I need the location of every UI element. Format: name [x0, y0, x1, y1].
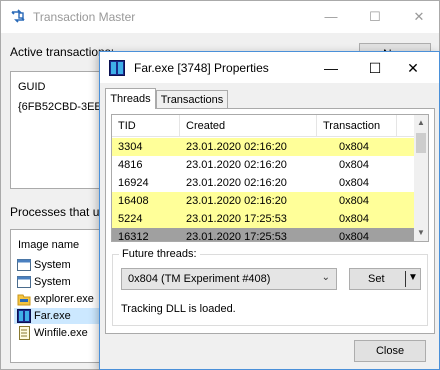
tracking-status-text: Tracking DLL is loaded. [121, 303, 236, 315]
created-cell: 23.01.2020 17:25:53 [186, 231, 287, 242]
guid-cell[interactable]: {6FB52CBD-3EE8 [18, 101, 108, 113]
window-icon [17, 276, 31, 288]
transaction-column-header[interactable]: Transaction [317, 115, 397, 137]
table-row[interactable]: 4816 23.01.2020 02:16:20 0x804 [112, 156, 414, 174]
tab-transactions[interactable]: Transactions [156, 90, 228, 109]
close-button[interactable]: Close [354, 340, 426, 362]
process-name: System [34, 276, 71, 288]
future-threads-label: Future threads: [119, 248, 200, 260]
process-name: Far.exe [34, 310, 71, 322]
minimize-icon[interactable]: — [320, 57, 342, 79]
table-scrollbar[interactable]: ▲ ▼ [414, 115, 428, 241]
properties-dialog: Far.exe [3748] Properties — ☐ ✕ Threads … [99, 51, 440, 370]
process-row[interactable]: Winfile.exe [14, 325, 104, 341]
tid-cell: 16924 [118, 177, 149, 189]
created-cell: 23.01.2020 17:25:53 [186, 213, 287, 225]
transaction-cell: 0x804 [339, 195, 369, 207]
future-threads-value: 0x804 (TM Experiment #408) [128, 273, 271, 285]
future-threads-select[interactable]: 0x804 (TM Experiment #408) ⌄ [121, 268, 337, 290]
process-name: explorer.exe [34, 293, 94, 305]
transaction-master-app-icon [11, 9, 25, 23]
table-header: TID Created Transaction [112, 115, 414, 137]
process-row[interactable]: System [14, 274, 104, 290]
close-icon[interactable]: ✕ [409, 7, 429, 27]
far-manager-icon [109, 60, 125, 76]
maximize-icon[interactable]: ☐ [364, 57, 386, 79]
threads-tab-panel: TID Created Transaction 3304 23.01.2020 … [105, 108, 435, 334]
chevron-down-icon[interactable]: ⌄ [322, 272, 330, 283]
processes-label: Processes that use [10, 205, 113, 219]
maximize-icon[interactable]: ☐ [365, 7, 385, 27]
dialog-title: Far.exe [3748] Properties [134, 61, 269, 75]
process-row[interactable]: Far.exe [14, 308, 104, 324]
main-title-bar[interactable]: Transaction Master — ☐ ✕ [1, 1, 439, 33]
transactions-list[interactable]: GUID {6FB52CBD-3EE8 [10, 71, 108, 189]
created-cell: 23.01.2020 02:16:20 [186, 159, 287, 171]
image-name-column-header[interactable]: Image name [18, 239, 79, 251]
transaction-cell: 0x804 [339, 177, 369, 189]
dialog-title-bar[interactable]: Far.exe [3748] Properties — ☐ ✕ [100, 52, 439, 83]
transaction-cell: 0x804 [339, 159, 369, 171]
scroll-down-icon[interactable]: ▼ [414, 225, 428, 241]
split-divider [405, 271, 406, 287]
threads-table[interactable]: TID Created Transaction 3304 23.01.2020 … [111, 114, 429, 242]
dropdown-arrow-icon[interactable]: ▼ [408, 272, 418, 283]
table-row[interactable]: 3304 23.01.2020 02:16:20 0x804 [112, 138, 414, 156]
scroll-thumb[interactable] [416, 133, 426, 153]
created-cell: 23.01.2020 02:16:20 [186, 177, 287, 189]
transaction-cell: 0x804 [339, 141, 369, 153]
main-window-title: Transaction Master [33, 10, 136, 24]
set-button[interactable]: Set ▼ [349, 268, 421, 290]
window-icon [17, 259, 31, 271]
tid-column-header[interactable]: TID [112, 115, 180, 137]
created-cell: 23.01.2020 02:16:20 [186, 195, 287, 207]
table-row[interactable]: 16408 23.01.2020 02:16:20 0x804 [112, 192, 414, 210]
set-button-label: Set [368, 273, 385, 285]
guid-column-header[interactable]: GUID [18, 81, 46, 93]
close-icon[interactable]: ✕ [402, 57, 424, 79]
process-list[interactable]: Image name System System explorer.exe Fa… [10, 229, 106, 363]
process-row[interactable]: explorer.exe [14, 291, 104, 307]
tid-cell: 3304 [118, 141, 143, 153]
transaction-cell: 0x804 [339, 213, 369, 225]
process-row[interactable]: System [14, 257, 104, 273]
table-row[interactable]: 16312 23.01.2020 17:25:53 0x804 [112, 228, 414, 242]
process-name: System [34, 259, 71, 271]
table-row[interactable]: 16924 23.01.2020 02:16:20 0x804 [112, 174, 414, 192]
scroll-up-icon[interactable]: ▲ [414, 115, 428, 131]
tid-cell: 4816 [118, 159, 143, 171]
future-threads-group: Future threads: 0x804 (TM Experiment #40… [112, 248, 428, 326]
table-row[interactable]: 5224 23.01.2020 17:25:53 0x804 [112, 210, 414, 228]
document-icon [19, 326, 30, 340]
transaction-cell: 0x804 [339, 231, 369, 242]
far-manager-icon [17, 309, 31, 323]
minimize-icon[interactable]: — [321, 7, 341, 27]
tab-threads[interactable]: Threads [105, 88, 156, 109]
tid-cell: 16312 [118, 231, 149, 242]
tid-cell: 16408 [118, 195, 149, 207]
process-name: Winfile.exe [34, 327, 88, 339]
tid-cell: 5224 [118, 213, 143, 225]
created-column-header[interactable]: Created [180, 115, 317, 137]
folder-icon [17, 294, 31, 306]
created-cell: 23.01.2020 02:16:20 [186, 141, 287, 153]
